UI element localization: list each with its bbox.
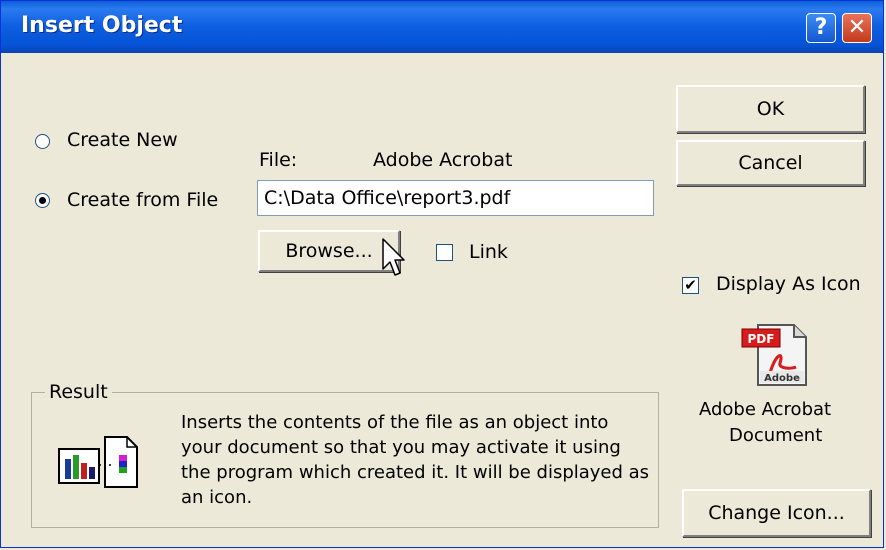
display-as-icon-label[interactable]: Display As Icon bbox=[716, 273, 861, 295]
file-type-label: Adobe Acrobat bbox=[373, 149, 513, 171]
cancel-button[interactable]: Cancel bbox=[676, 140, 865, 186]
close-icon: ✕ bbox=[847, 15, 867, 40]
icon-caption-line1: Adobe Acrobat bbox=[699, 399, 832, 420]
radio-selected-dot bbox=[39, 197, 46, 204]
browse-button-label: Browse... bbox=[285, 240, 373, 262]
help-button[interactable]: ? bbox=[806, 13, 836, 43]
ok-button-label: OK bbox=[756, 98, 785, 120]
create-new-radio[interactable] bbox=[35, 134, 50, 149]
ok-button[interactable]: OK bbox=[676, 85, 865, 133]
mouse-cursor-icon bbox=[382, 238, 405, 276]
change-icon-button-label: Change Icon... bbox=[708, 502, 845, 524]
create-new-label[interactable]: Create New bbox=[67, 129, 178, 151]
file-label: File: bbox=[259, 149, 298, 171]
checkmark-icon: ✔ bbox=[684, 276, 697, 294]
embedded-object-icon bbox=[58, 436, 138, 488]
pdf-badge-text: PDF bbox=[748, 332, 775, 346]
link-label[interactable]: Link bbox=[469, 241, 508, 263]
insert-object-dialog: Insert Object ? ✕ Create New Create from… bbox=[0, 0, 884, 548]
help-icon: ? bbox=[814, 15, 828, 40]
cancel-button-label: Cancel bbox=[738, 152, 803, 174]
pdf-footer-text: Adobe bbox=[764, 373, 800, 384]
pdf-file-icon: PDF Adobe bbox=[741, 324, 807, 386]
change-icon-button[interactable]: Change Icon... bbox=[682, 489, 871, 537]
title-bar[interactable]: Insert Object ? ✕ bbox=[1, 1, 883, 53]
icon-caption-line2: Document bbox=[729, 425, 823, 446]
display-as-icon-checkbox[interactable]: ✔ bbox=[682, 277, 699, 294]
result-legend: Result bbox=[45, 381, 112, 403]
dialog-title: Insert Object bbox=[21, 13, 183, 38]
create-from-file-radio[interactable] bbox=[35, 193, 50, 208]
file-path-input[interactable] bbox=[257, 180, 654, 216]
result-description: Inserts the contents of the file as an o… bbox=[181, 412, 650, 508]
link-checkbox[interactable] bbox=[436, 244, 453, 261]
create-from-file-label[interactable]: Create from File bbox=[67, 189, 218, 211]
browse-button[interactable]: Browse... bbox=[258, 230, 400, 272]
close-button[interactable]: ✕ bbox=[842, 13, 872, 43]
